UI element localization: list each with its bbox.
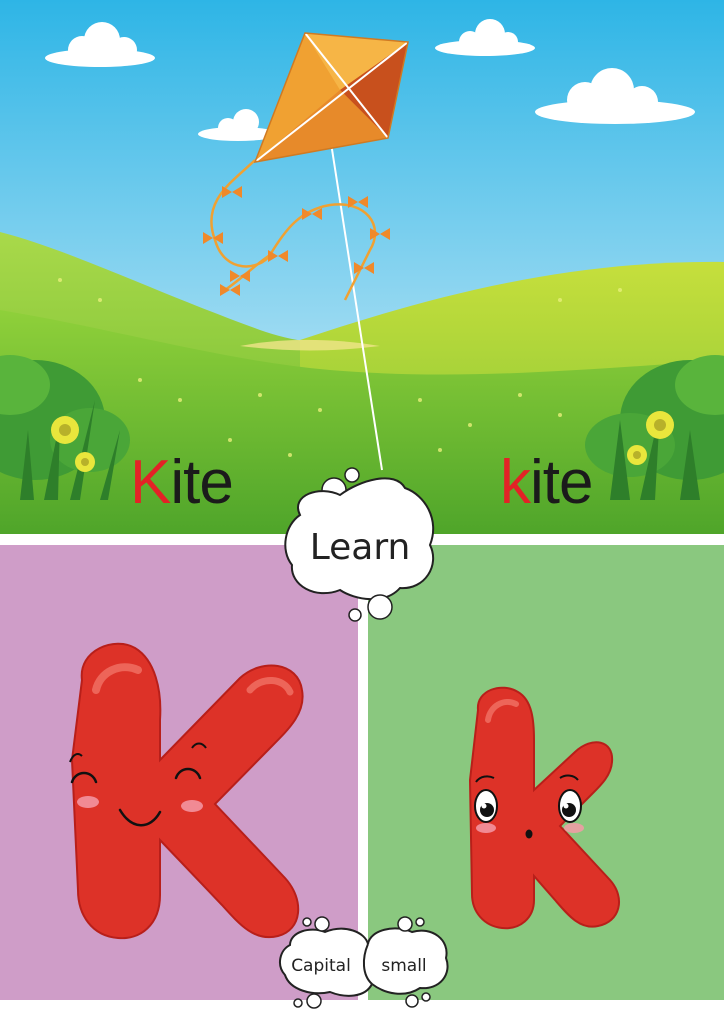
word-rest: ite xyxy=(170,448,233,517)
capital-label: Capital xyxy=(291,956,351,976)
small-letter: k xyxy=(500,448,531,517)
word-kite-capital: Kite xyxy=(130,448,234,518)
small-label: small xyxy=(381,956,427,976)
word-rest: ite xyxy=(530,448,593,517)
capital-letter: K xyxy=(130,448,171,517)
word-kite-small: kite xyxy=(500,448,593,518)
kite-scene xyxy=(0,0,724,534)
alphabet-flashcard: Kite kite Learn Capital small xyxy=(0,0,724,1024)
small-panel xyxy=(368,545,724,1000)
learn-label: Learn xyxy=(309,527,411,568)
capital-panel xyxy=(0,545,358,1000)
